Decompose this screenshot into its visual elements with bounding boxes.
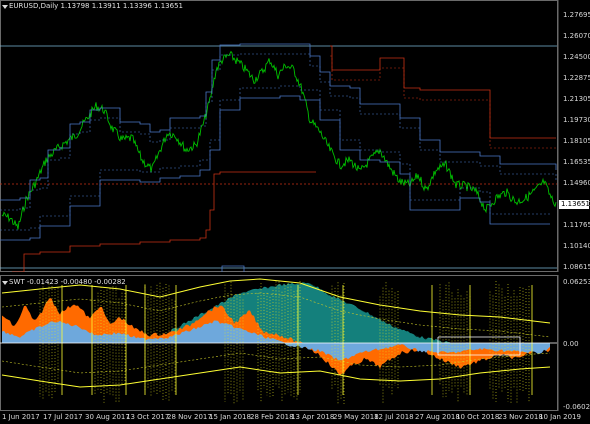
price-axis-label: 1.26070 xyxy=(563,32,590,40)
time-axis-label: 28 Nov 2017 xyxy=(167,413,212,421)
chart-window: EURUSD,Daily 1.13798 1.13911 1.13396 1.1… xyxy=(0,0,590,424)
time-axis-label: 1 Jun 2017 xyxy=(2,413,40,421)
indicator-axis-label: 0.00 xyxy=(563,340,579,348)
time-axis-label: 23 Nov 2018 xyxy=(498,413,543,421)
time-axis-label: 17 Jul 2017 xyxy=(43,413,83,421)
time-axis-label: 30 Aug 2017 xyxy=(85,413,130,421)
price-axis-label: 1.22875 xyxy=(563,74,590,82)
price-line xyxy=(1,50,557,230)
lower-channel-dotted xyxy=(0,85,550,231)
time-axis-label: 29 May 2018 xyxy=(333,413,379,421)
symbol-title: EURUSD,Daily 1.13798 1.13911 1.13396 1.1… xyxy=(9,2,183,10)
price-axis-label: 1.19730 xyxy=(563,116,590,124)
price-axis-label: 1.11765 xyxy=(563,221,590,229)
time-axis-label: 13 Oct 2017 xyxy=(126,413,170,421)
collapse-arrow-icon[interactable] xyxy=(2,5,8,9)
current-price-tag: 1.13651 xyxy=(559,200,590,209)
indicator-axis-label: 0.06253 xyxy=(563,278,590,286)
time-axis-label: 12 Jul 2018 xyxy=(374,413,414,421)
time-axis-label: 13 Apr 2018 xyxy=(291,413,335,421)
time-axis-label: 10 Oct 2018 xyxy=(456,413,500,421)
indicator-title: SWT -0.01423 -0.00480 -0.00282 xyxy=(9,278,126,286)
time-axis-label: 15 Jan 2018 xyxy=(209,413,251,421)
price-axis-label: 1.18105 xyxy=(563,137,590,145)
upper-red-channel xyxy=(330,45,556,139)
price-chart[interactable] xyxy=(0,0,590,272)
time-axis-label: 10 Jan 2019 xyxy=(539,413,581,421)
price-axis-label: 1.24500 xyxy=(563,53,590,61)
indicator-axis-label: -0.06024 xyxy=(563,403,590,411)
price-axis-label: 1.21305 xyxy=(563,95,590,103)
time-axis-label: 27 Aug 2018 xyxy=(415,413,460,421)
price-axis-label: 1.16535 xyxy=(563,158,590,166)
upper-channel xyxy=(0,43,557,201)
subwindow-collapse-arrow-icon[interactable] xyxy=(2,281,8,285)
price-axis-label: 1.08615 xyxy=(563,263,590,271)
lower-channel xyxy=(0,95,550,241)
price-axis-label: 1.27695 xyxy=(563,11,590,19)
lower-red-channel xyxy=(12,171,316,272)
price-axis-label: 1.10140 xyxy=(563,242,590,250)
indicator-chart[interactable] xyxy=(0,275,590,411)
time-axis-label: 28 Feb 2018 xyxy=(250,413,294,421)
price-axis-label: 1.14960 xyxy=(563,179,590,187)
chart-frame xyxy=(0,0,558,272)
